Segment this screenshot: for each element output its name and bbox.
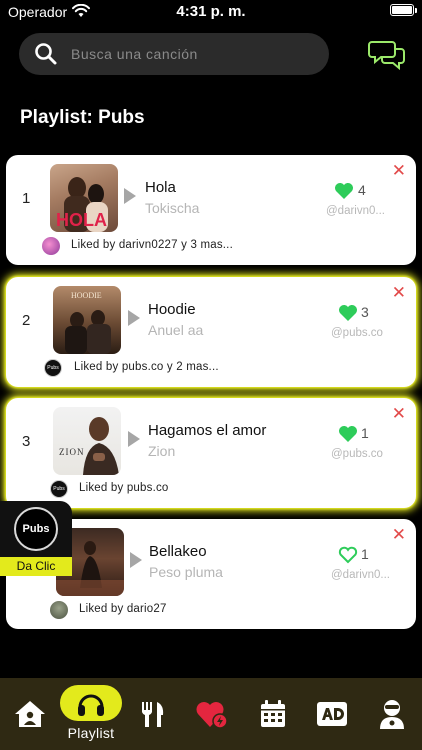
- bottom-nav: Playlist: [0, 678, 422, 750]
- ad-icon: [317, 702, 347, 726]
- close-icon[interactable]: ✕: [392, 525, 406, 545]
- heart-icon[interactable]: [334, 182, 354, 200]
- album-cover: HOODIE: [53, 286, 121, 354]
- user-handle: @darivn0...: [331, 569, 390, 581]
- pubs-action-button[interactable]: Pubs Da Clic: [0, 501, 72, 576]
- user-handle: @pubs.co: [331, 327, 383, 339]
- song-card[interactable]: 2 HOODIE Hoodie Anuel aa 3 @pubs.co ✕ Pu…: [6, 277, 416, 387]
- avatar: Pubs: [50, 480, 68, 498]
- profile-icon: [380, 700, 404, 729]
- user-handle: @pubs.co: [331, 448, 383, 460]
- status-bar: Operador 4:31 p. m.: [0, 0, 422, 24]
- liked-by-text: Liked by pubs.co: [79, 482, 169, 494]
- song-rank: 3: [22, 433, 31, 450]
- close-icon[interactable]: ✕: [392, 161, 406, 181]
- like-count: 3: [361, 304, 369, 320]
- cover-text: ZION: [59, 447, 85, 457]
- nav-active-label: Playlist: [67, 725, 115, 741]
- liked-by-text: Liked by dario27: [79, 603, 167, 615]
- like-count: 4: [358, 182, 366, 198]
- utensils-icon: [142, 702, 164, 727]
- search-input[interactable]: [71, 46, 291, 62]
- liked-by-text: Liked by darivn0227 y 3 mas...: [71, 239, 233, 251]
- album-cover: HOLA: [50, 164, 118, 232]
- search-bar[interactable]: [19, 33, 329, 75]
- song-rank: 1: [22, 190, 31, 207]
- headphones-icon: [78, 694, 104, 716]
- user-handle: @darivn0...: [326, 205, 385, 217]
- nav-food[interactable]: [132, 678, 172, 750]
- battery-icon: [390, 4, 417, 16]
- pubs-button-label: Da Clic: [0, 557, 72, 576]
- nav-profile[interactable]: [372, 678, 412, 750]
- cover-text: HOLA: [56, 210, 107, 230]
- heart-bolt-icon: [196, 702, 228, 729]
- song-rank: 2: [22, 312, 31, 329]
- liked-by-text: Liked by pubs.co y 2 mas...: [74, 361, 219, 373]
- song-artist: Anuel aa: [148, 322, 204, 338]
- song-artist: Zion: [148, 443, 176, 459]
- song-artist: Peso pluma: [149, 564, 223, 580]
- song-card[interactable]: 1 HOLA Hola Tokischa 4 @darivn0... ✕ Lik…: [6, 155, 416, 265]
- play-icon[interactable]: [128, 310, 140, 326]
- song-card[interactable]: 3 ZION Hagamos el amor Zion 1 @pubs.co ✕…: [6, 398, 416, 508]
- avatar: [50, 601, 68, 619]
- play-icon[interactable]: [128, 431, 140, 447]
- nav-ads[interactable]: [312, 678, 352, 750]
- song-title: Bellakeo: [149, 543, 207, 560]
- home-icon: [15, 701, 45, 727]
- chat-icon[interactable]: [368, 38, 408, 70]
- like-count: 1: [361, 425, 369, 441]
- page-title: Playlist: Pubs: [20, 107, 145, 128]
- play-icon[interactable]: [124, 188, 136, 204]
- cover-text: HOODIE: [71, 291, 102, 300]
- pubs-logo: Pubs: [14, 507, 58, 551]
- avatar: Pubs: [44, 359, 62, 377]
- heart-outline-icon[interactable]: [338, 546, 358, 564]
- nav-home[interactable]: [10, 678, 50, 750]
- like-count: 1: [361, 546, 369, 562]
- clock: 4:31 p. m.: [176, 3, 246, 20]
- song-title: Hola: [145, 179, 176, 196]
- nav-events[interactable]: [253, 678, 293, 750]
- song-title: Hagamos el amor: [148, 422, 267, 439]
- album-cover: ZION: [53, 407, 121, 475]
- calendar-icon: [261, 700, 285, 727]
- play-icon[interactable]: [130, 552, 142, 568]
- close-icon[interactable]: ✕: [392, 404, 406, 424]
- song-title: Hoodie: [148, 301, 196, 318]
- song-artist: Tokischa: [145, 200, 200, 216]
- close-icon[interactable]: ✕: [392, 283, 406, 303]
- avatar: [42, 237, 60, 255]
- nav-playlist[interactable]: [60, 685, 122, 721]
- heart-icon[interactable]: [338, 425, 358, 443]
- nav-favorites[interactable]: [192, 678, 232, 750]
- search-icon: [35, 43, 57, 65]
- heart-icon[interactable]: [338, 304, 358, 322]
